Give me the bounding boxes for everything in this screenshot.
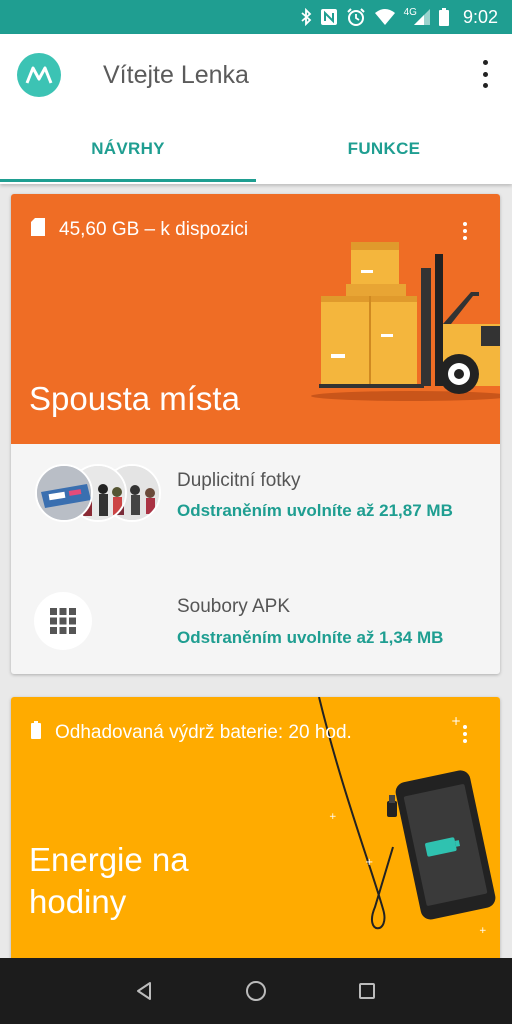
clock: 9:02 [462,6,498,27]
network-type-label: 4G [403,6,417,18]
motorola-logo-icon [17,53,61,97]
photo-thumbnail-1 [35,464,93,522]
svg-text:+: + [479,926,487,936]
cell-signal-icon: 4G [404,7,431,27]
battery-title: Energie na hodiny [29,839,189,923]
storage-hero: 45,60 GB – k dispozici Spousta místa [11,194,500,444]
battery-hero: + + + + Odhadovaná výdrž baterie: 20 hod… [11,697,500,967]
recents-icon[interactable] [347,971,387,1011]
bluetooth-icon [300,7,312,27]
battery-title-line1: Energie na [29,841,189,878]
battery-card[interactable]: + + + + Odhadovaná výdrž baterie: 20 hod… [11,697,500,967]
duplicate-photos-detail: Odstraněním uvolníte až 21,87 MB [177,501,453,520]
tab-navrhy[interactable]: NÁVRHY [0,124,256,182]
overflow-menu-icon[interactable] [480,60,490,88]
apk-files-title: Soubory APK [177,596,291,617]
sd-card-icon [31,218,45,242]
photo-thumbnails [35,464,165,526]
battery-estimate-text: Odhadovaná výdrž baterie: 20 hod. [55,722,352,743]
storage-subtitle: 45,60 GB – k dispozici [31,218,248,242]
tab-indicator [0,179,256,182]
svg-text:+: + [329,812,337,822]
tab-funkce[interactable]: FUNKCE [256,124,512,182]
svg-text:+: + [365,857,373,868]
svg-text:+: + [451,714,461,728]
navigation-bar [0,958,512,1024]
apk-files-detail: Odstraněním uvolníte až 1,34 MB [177,628,444,647]
back-icon[interactable] [125,971,165,1011]
wifi-icon [374,7,396,27]
apps-grid-icon [34,592,92,650]
duplicate-photos-title: Duplicitní fotky [177,470,301,491]
nfc-icon [320,7,338,27]
battery-icon [438,7,449,27]
storage-available-text: 45,60 GB – k dispozici [59,219,249,240]
battery-subtitle: Odhadovaná výdrž baterie: 20 hod. [31,721,352,745]
battery-title-line2: hodiny [29,883,127,920]
forklift-illustration [311,242,500,401]
storage-card[interactable]: 45,60 GB – k dispozici Spousta místa Dup… [11,194,500,674]
tab-bar: NÁVRHY FUNKCE [0,124,512,182]
page-title: Vítejte Lenka [103,61,249,89]
battery-icon [31,721,41,745]
battery-card-menu-icon[interactable] [462,725,468,743]
status-icons: 4G 9:02 [300,0,498,34]
status-bar: 4G 9:02 [0,0,512,34]
home-icon[interactable] [236,971,276,1011]
app-bar: Vítejte Lenka NÁVRHY FUNKCE [0,34,512,184]
storage-title: Spousta místa [29,380,240,417]
alarm-icon [346,7,366,27]
